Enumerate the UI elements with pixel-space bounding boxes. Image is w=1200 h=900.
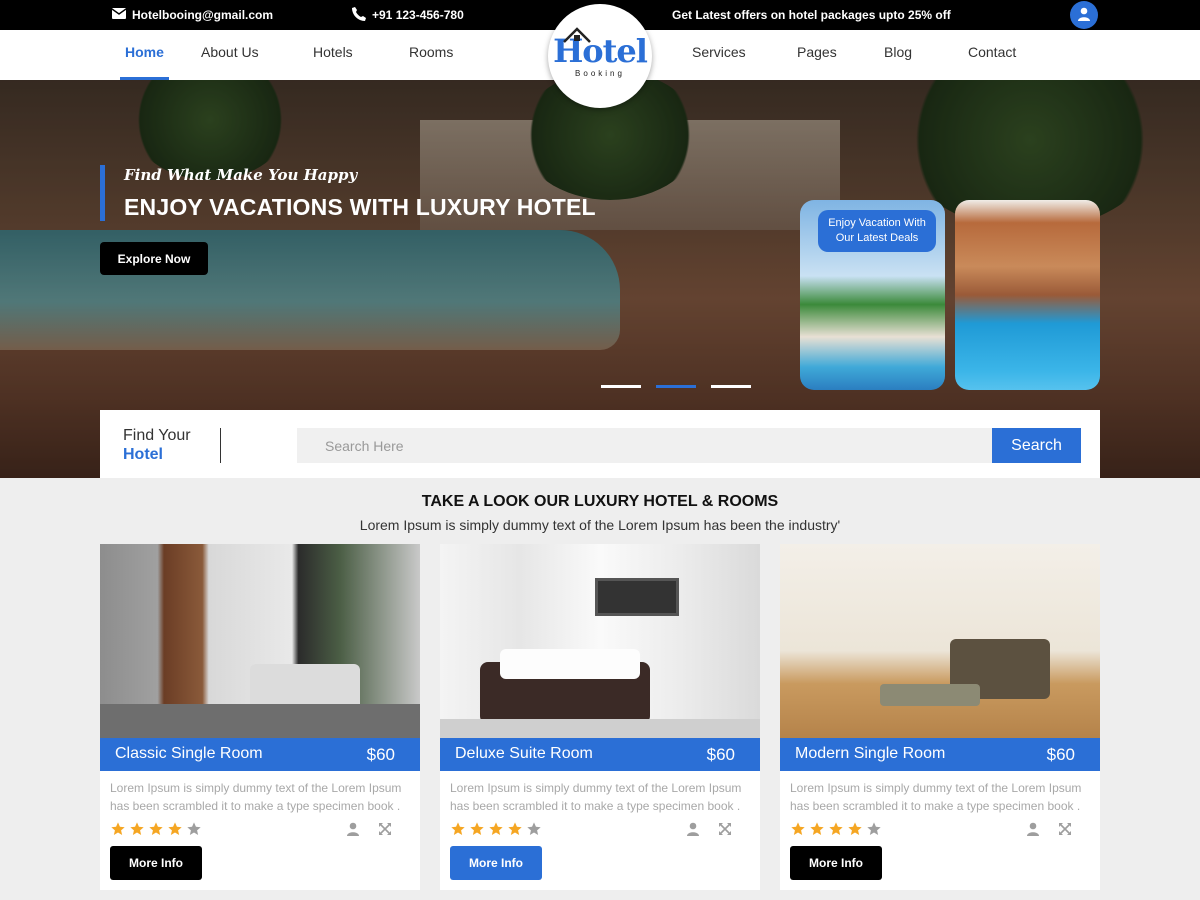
star-filled-icon [829,822,843,835]
search-divider [220,428,221,463]
star-empty-icon [187,822,201,835]
nav-rooms[interactable]: Rooms [409,30,453,80]
room-price: $60 [366,745,395,764]
phone-contact[interactable]: +91 123-456-780 [352,0,464,30]
more-info-button[interactable]: More Info [450,846,542,880]
room-rating [450,821,542,837]
logo-subtitle: Booking [575,68,625,78]
star-empty-icon [527,822,541,835]
expand-icon[interactable] [718,822,732,841]
hotel-logo[interactable]: Hotel Booking [548,4,652,108]
room-description: Lorem Ipsum is simply dummy text of the … [110,781,402,813]
find-hotel-label: Find Your Hotel [123,426,191,464]
nav-hotels[interactable]: Hotels [313,30,353,80]
slide-indicator-3[interactable] [711,385,751,388]
find-label-line2: Hotel [123,446,163,463]
room-title-bar: Deluxe Suite Room $60 [440,738,760,771]
hotel-search-panel: Find Your Hotel Search [100,410,1100,478]
search-button[interactable]: Search [992,428,1081,463]
star-filled-icon [508,822,522,835]
envelope-icon [111,8,127,22]
user-account-button[interactable] [1070,1,1098,29]
user-icon [1077,7,1091,24]
hero-headline: ENJOY VACATIONS WITH LUXURY HOTEL [124,194,596,220]
room-name: Deluxe Suite Room [455,745,593,762]
star-empty-icon [867,822,881,835]
nav-about-us[interactable]: About Us [201,30,259,80]
room-price: $60 [1046,745,1075,764]
star-filled-icon [451,822,465,835]
offer-text: Get Latest offers on hotel packages upto… [672,8,951,22]
more-info-button[interactable]: More Info [110,846,202,880]
rooms-section-subtitle: Lorem Ipsum is simply dummy text of the … [359,517,841,533]
room-rating [110,821,202,837]
room-image-modern[interactable] [780,544,1100,738]
room-image-deluxe[interactable] [440,544,760,738]
star-filled-icon [111,822,125,835]
nav-pages[interactable]: Pages [797,30,837,80]
email-text: Hotelbooing@gmail.com [132,8,274,22]
more-info-button[interactable]: More Info [790,846,882,880]
nav-contact[interactable]: Contact [968,30,1016,80]
room-title-bar: Classic Single Room $60 [100,738,420,771]
room-image-classic[interactable] [100,544,420,738]
star-filled-icon [489,822,503,835]
user-icon[interactable] [686,822,700,841]
star-filled-icon [130,822,144,835]
slider-dots [601,385,751,388]
star-filled-icon [810,822,824,835]
nav-services[interactable]: Services [692,30,746,80]
explore-now-button[interactable]: Explore Now [100,242,208,275]
expand-icon[interactable] [378,822,392,841]
house-roof-icon [562,26,592,49]
room-card: Classic Single Room $60 Lorem Ipsum is s… [100,544,420,890]
room-name: Classic Single Room [115,745,263,762]
deal-thumbnail-pool[interactable] [955,200,1100,390]
star-filled-icon [149,822,163,835]
hero-tagline: Find What Make You Happy [124,166,358,184]
star-filled-icon [848,822,862,835]
email-contact[interactable]: Hotelbooing@gmail.com [111,0,274,30]
headline-accent-bar [100,165,105,221]
room-rating [790,821,882,837]
star-filled-icon [168,822,182,835]
star-filled-icon [791,822,805,835]
rooms-section-title: TAKE A LOOK OUR LUXURY HOTEL & ROOMS [421,493,779,510]
user-icon[interactable] [1026,822,1040,841]
slide-indicator-2[interactable] [656,385,696,388]
room-card: Deluxe Suite Room $60 Lorem Ipsum is sim… [440,544,760,890]
user-icon[interactable] [346,822,360,841]
room-price: $60 [706,745,735,764]
room-name: Modern Single Room [795,745,946,762]
deal-badge: Enjoy Vacation With Our Latest Deals [818,210,936,252]
star-filled-icon [470,822,484,835]
room-description: Lorem Ipsum is simply dummy text of the … [790,781,1082,813]
find-label-line1: Find Your [123,427,191,444]
slide-indicator-1[interactable] [601,385,641,388]
phone-icon [352,6,366,24]
search-input[interactable] [297,428,993,463]
expand-icon[interactable] [1058,822,1072,841]
phone-text: +91 123-456-780 [372,8,464,22]
nav-blog[interactable]: Blog [884,30,912,80]
room-title-bar: Modern Single Room $60 [780,738,1100,771]
room-card: Modern Single Room $60 Lorem Ipsum is si… [780,544,1100,890]
nav-home[interactable]: Home [120,30,169,80]
room-description: Lorem Ipsum is simply dummy text of the … [450,781,742,813]
